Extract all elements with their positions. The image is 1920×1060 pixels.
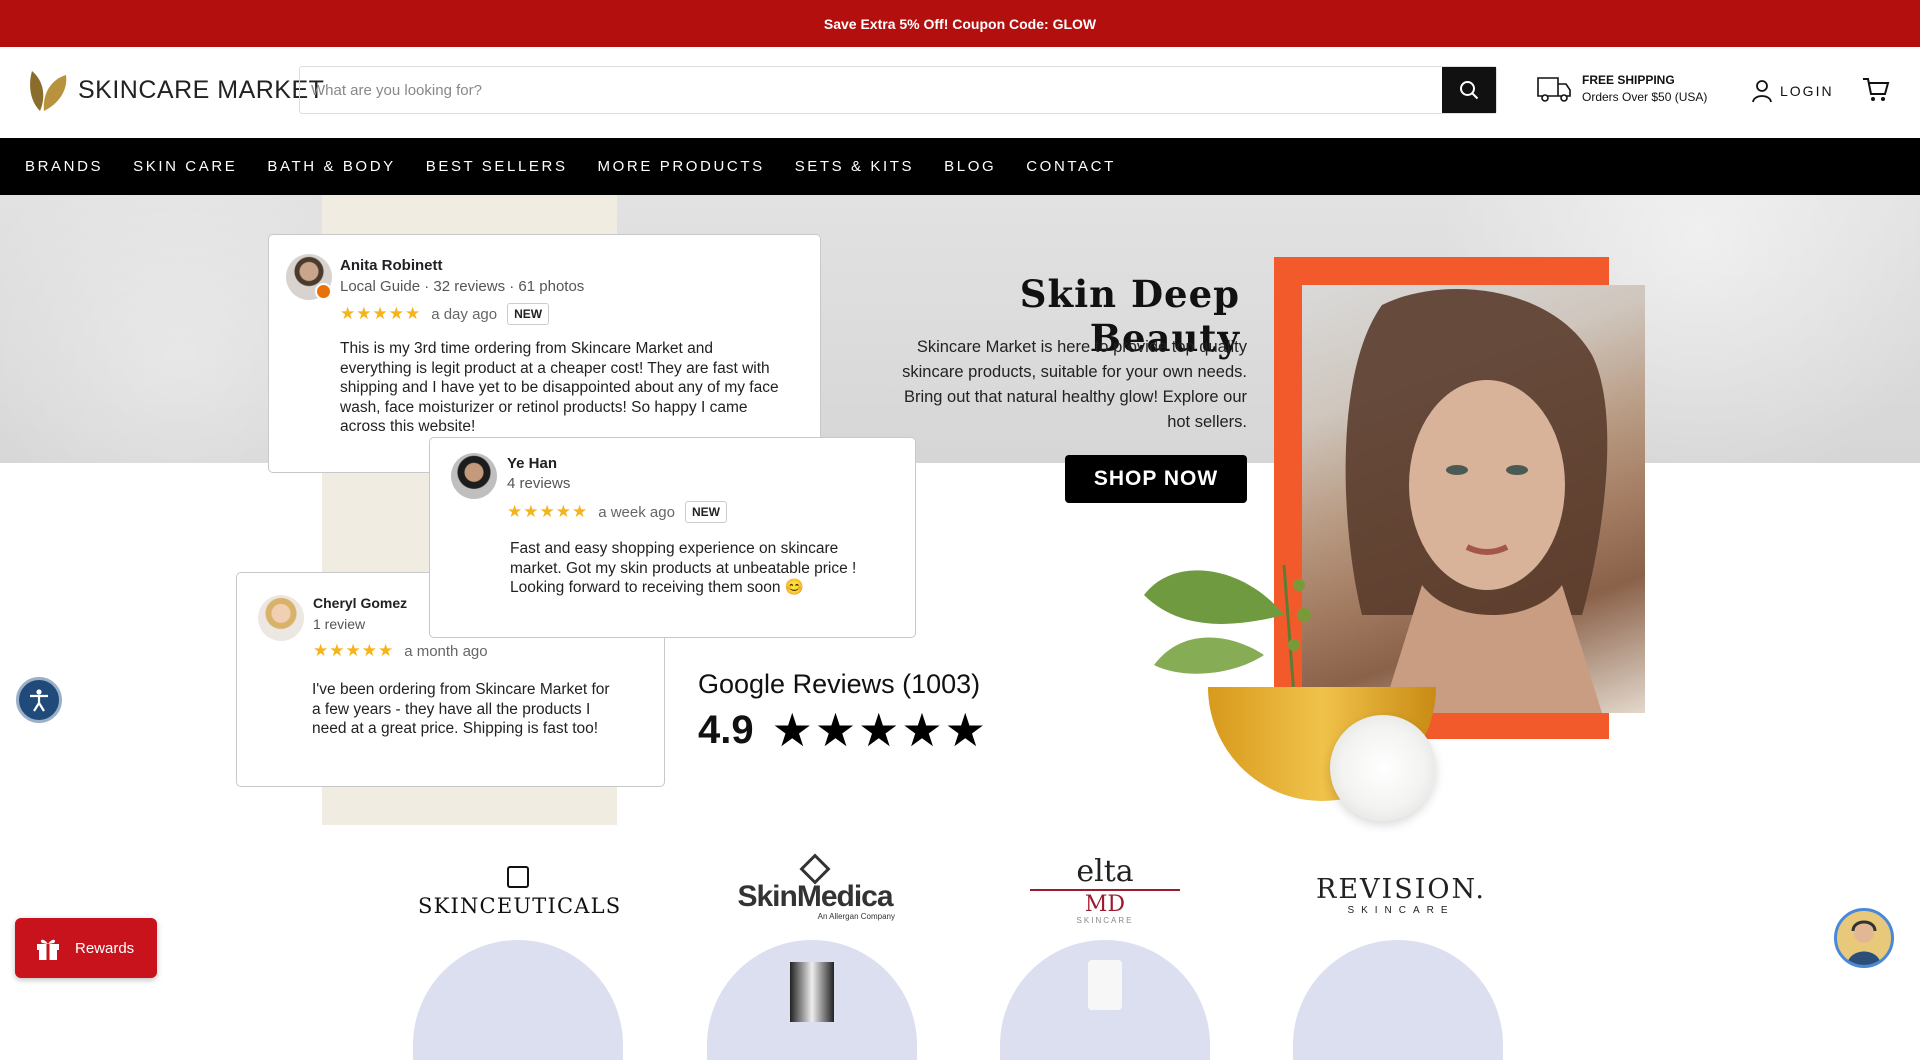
nav-item-brands[interactable]: BRANDS [25,158,103,175]
cart-icon [1863,78,1890,101]
avatar [451,453,497,499]
brand-revision[interactable]: REVISION. SKINCARE [1316,866,1486,916]
shop-now-button[interactable]: SHOP NOW [1065,455,1247,503]
search-bar [299,66,1497,114]
search-button[interactable] [1442,67,1496,113]
product-image[interactable] [1000,940,1210,1060]
search-input[interactable] [300,67,1442,113]
brand-skinmedica[interactable]: SkinMedica An Allergan Company [735,853,895,921]
review-text: Fast and easy shopping experience on ski… [510,540,857,597]
announcement-text: Save Extra 5% Off! Coupon Code: GLOW [823,15,1097,32]
announcement-bar: Save Extra 5% Off! Coupon Code: GLOW [0,0,1920,47]
avatar [258,595,304,641]
review-stars: ★★★★★ [313,641,395,660]
cart-button[interactable] [1862,77,1890,108]
login-link[interactable]: LOGIN [1752,79,1834,103]
brand-subtitle: SKINCARE [1076,916,1134,925]
reviewer-meta: 4 reviews [507,475,571,492]
leaf-decoration-image [1144,564,1311,696]
nav-item-best-sellers[interactable]: BEST SELLERS [426,158,568,175]
rating-stars: ★★★★★ [771,704,988,756]
reviewer-meta: 1 review [313,616,366,632]
brand-skinceuticals[interactable]: SKINCEUTICALS [418,866,622,918]
reviewer-name: Ye Han [507,455,558,472]
reviewer-meta: Local Guide · 32 reviews · 61 photos [340,278,585,295]
search-icon [1460,81,1479,100]
brand-name: elta [1076,854,1134,889]
product-image[interactable] [1293,940,1503,1060]
hero-section: Anita Robinett Local Guide · 32 reviews … [0,195,1920,838]
login-label: LOGIN [1780,83,1834,99]
brand-eltamd[interactable]: elta MD SKINCARE [1030,857,1180,925]
rewards-label: Rewards [75,939,135,957]
brand-name: SkinMedica [737,880,893,913]
free-shipping-info: FREE SHIPPING Orders Over $50 (USA) [1536,73,1707,104]
review-stars: ★★★★★ [507,502,589,521]
product-image[interactable] [413,940,623,1060]
nav-item-bath-body[interactable]: BATH & BODY [267,158,395,175]
new-badge: NEW [507,303,550,325]
model-portrait-image [1302,285,1645,713]
brand-subtitle: SKINCARE [1347,905,1455,916]
review-age: a day ago [431,305,498,323]
main-nav: BRANDS SKIN CARE BATH & BODY BEST SELLER… [0,138,1920,195]
brand-name: REVISION. [1316,874,1486,905]
google-reviews-title: Google Reviews (1003) [698,669,981,699]
logo-text: SKINCARE MARKET [78,75,325,104]
brand-name-secondary: MD [1084,892,1126,917]
reviewer-name: Cheryl Gomez [313,595,408,611]
brand-name: SKINCEUTICALS [418,894,622,918]
skinceuticals-logo-icon [507,866,529,888]
nav-item-contact[interactable]: CONTACT [1026,158,1116,175]
review-text: I've been ordering from Skincare Market … [312,681,610,738]
truck-icon [1537,76,1571,102]
site-header: SKINCARE MARKET FREE SHIPPING Orders Ove… [0,47,1920,138]
rating-value: 4.9 [698,707,754,752]
review-card: Ye Han 4 reviews ★★★★★ a week ago NEW Fa… [429,437,916,638]
product-image[interactable] [707,940,917,1060]
shipping-title: FREE SHIPPING [1582,73,1675,87]
reviewer-name: Anita Robinett [340,257,443,274]
review-age: a month ago [404,642,488,660]
nav-item-sets-kits[interactable]: SETS & KITS [795,158,914,175]
accessibility-button[interactable] [16,677,62,723]
nav-item-skin-care[interactable]: SKIN CARE [133,158,237,175]
brands-section: SKINCEUTICALS SkinMedica An Allergan Com… [0,838,1920,1060]
nav-item-more-products[interactable]: MORE PRODUCTS [598,158,765,175]
new-badge: NEW [684,501,727,523]
chat-agent-avatar[interactable] [1834,908,1894,968]
review-age: a week ago [598,503,675,521]
brand-subtitle: An Allergan Company [817,912,895,921]
local-guide-badge-icon [315,283,332,300]
gift-icon [37,939,59,960]
hero-description: Skincare Market is here to provide top q… [902,338,1247,431]
cream-dish-image [1330,715,1436,821]
nav-item-blog[interactable]: BLOG [944,158,996,175]
review-stars: ★★★★★ [340,304,422,323]
rewards-button[interactable]: Rewards [15,918,157,978]
review-text: This is my 3rd time ordering from Skinca… [340,340,779,436]
site-logo[interactable]: SKINCARE MARKET [26,67,324,113]
shipping-subtitle: Orders Over $50 (USA) [1582,90,1708,104]
google-rating: 4.9 ★★★★★ [698,703,988,757]
leaf-logo-icon [26,67,70,113]
accessibility-icon [30,689,48,712]
user-icon [1752,80,1772,103]
